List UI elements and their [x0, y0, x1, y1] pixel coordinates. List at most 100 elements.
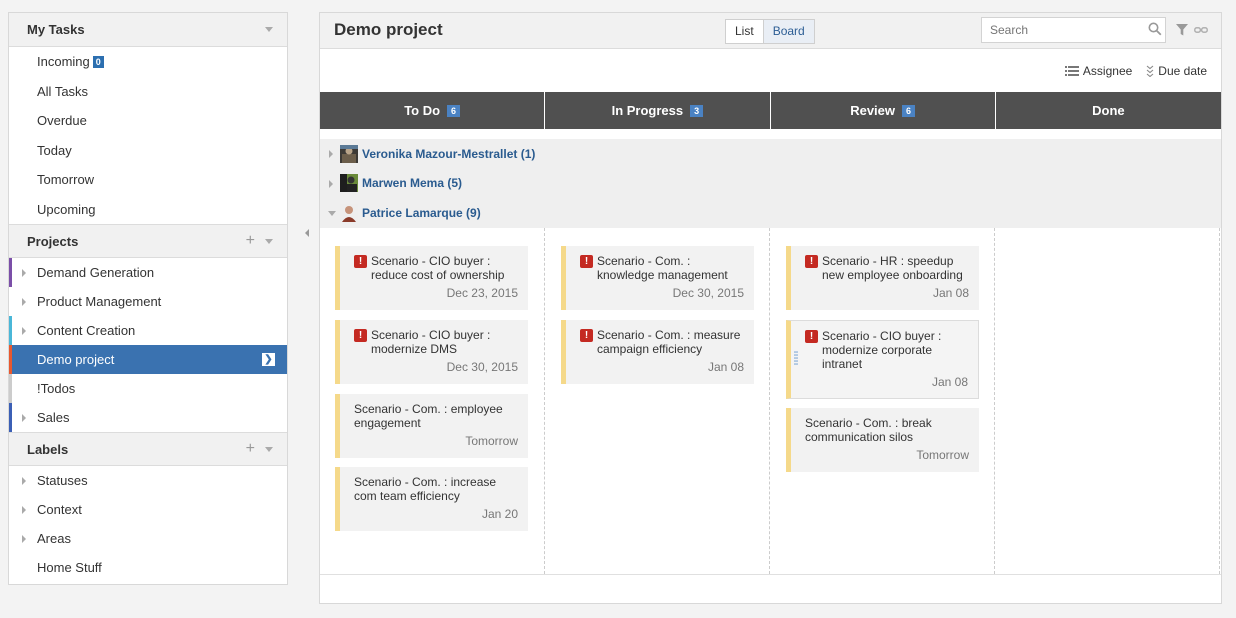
task-card[interactable]: ! Scenario - Com. : measure campaign eff…	[561, 320, 754, 384]
add-project-button[interactable]: +	[246, 232, 255, 250]
sort-chevrons-icon	[1146, 65, 1154, 77]
nav-item-label: Today	[37, 142, 72, 158]
task-card[interactable]: ! Scenario - HR : speedup new employee o…	[786, 246, 979, 310]
sort-by-due-date[interactable]: Due date	[1146, 64, 1207, 78]
task-card[interactable]: Scenario - Com. : increase com team effi…	[335, 467, 528, 531]
expand-arrow-icon[interactable]	[22, 506, 26, 514]
task-due-date: Jan 08	[707, 360, 744, 374]
nav-item-label: Incoming	[37, 54, 90, 70]
group-row-marwen[interactable]: Marwen Mema (5)	[320, 169, 1221, 199]
task-title: Scenario - Com. : increase com team effi…	[354, 475, 497, 503]
task-card-selected[interactable]: ! Scenario - CIO buyer : modernize corpo…	[786, 320, 979, 399]
group-row-patrice[interactable]: Patrice Lamarque (9)	[320, 198, 1221, 228]
nav-item-label: All Tasks	[37, 83, 89, 99]
nav-item-today[interactable]: Today	[9, 136, 287, 166]
nav-item-incoming[interactable]: Incoming 0	[9, 47, 287, 77]
column-count-badge: 6	[902, 104, 916, 117]
list-icon	[1064, 66, 1079, 76]
task-card[interactable]: ! Scenario - CIO buyer : modernize DMS D…	[335, 320, 528, 384]
projects-header[interactable]: Projects +	[9, 224, 287, 258]
task-title: Scenario - CIO buyer : reduce cost of ow…	[371, 254, 505, 282]
labels-header[interactable]: Labels +	[9, 432, 287, 466]
label-item-areas[interactable]: Areas	[9, 524, 287, 553]
chevron-down-icon[interactable]	[265, 27, 273, 32]
search-icon[interactable]	[1148, 22, 1162, 36]
sort-assignee-label: Assignee	[1082, 64, 1133, 78]
list-view-button[interactable]: List	[726, 20, 764, 43]
priority-icon: !	[805, 255, 818, 268]
task-title-wrap: ! Scenario - CIO buyer : modernize corpo…	[805, 329, 968, 371]
project-item-demand-generation[interactable]: Demand Generation	[9, 258, 287, 287]
label-item-statuses[interactable]: Statuses	[9, 466, 287, 495]
project-item-todos[interactable]: !Todos	[9, 374, 287, 403]
sidebar: My Tasks Incoming 0 All Tasks Overdue To…	[8, 12, 288, 585]
filter-icon[interactable]	[1176, 24, 1188, 36]
sort-by-assignee[interactable]: Assignee	[1064, 64, 1133, 78]
task-card[interactable]: ! Scenario - CIO buyer : reduce cost of …	[335, 246, 528, 310]
chevron-down-icon[interactable]	[265, 446, 273, 452]
drag-handle-icon[interactable]	[794, 351, 798, 367]
expand-arrow-icon[interactable]	[22, 477, 26, 485]
task-card[interactable]: Scenario - Com. : employee engagement To…	[335, 394, 528, 458]
project-item-demo-project[interactable]: Demo project ❯	[9, 345, 287, 374]
board-area: ! Scenario - CIO buyer : reduce cost of …	[320, 228, 1221, 574]
expand-arrow-icon[interactable]	[329, 179, 333, 188]
column-in-progress: ! Scenario - Com. : knowledge management…	[545, 228, 770, 574]
search-input[interactable]	[981, 17, 1166, 43]
labels-title: Labels	[27, 441, 69, 457]
project-color-bar	[9, 345, 12, 374]
nav-item-overdue[interactable]: Overdue	[9, 106, 287, 136]
task-title-wrap: ! Scenario - Com. : knowledge management	[580, 254, 744, 282]
nav-item-all-tasks[interactable]: All Tasks	[9, 77, 287, 107]
project-item-product-management[interactable]: Product Management	[9, 287, 287, 316]
task-due-date: Tomorrow	[916, 448, 969, 462]
nav-item-label: Upcoming	[37, 201, 96, 217]
collapse-sidebar-icon[interactable]	[305, 229, 309, 237]
view-toggle: List Board	[725, 19, 815, 44]
expand-arrow-icon[interactable]	[329, 150, 333, 158]
my-tasks-header[interactable]: My Tasks	[9, 13, 287, 47]
project-item-content-creation[interactable]: Content Creation	[9, 316, 287, 345]
group-row-veronika[interactable]: Veronika Mazour-Mestrallet (1)	[320, 139, 1221, 169]
add-label-button[interactable]: +	[246, 440, 255, 458]
column-count-badge: 6	[447, 104, 461, 117]
expand-arrow-icon[interactable]	[22, 298, 26, 306]
task-card[interactable]: Scenario - Com. : break communication si…	[786, 408, 979, 472]
project-label: Product Management	[37, 294, 162, 309]
label-item-context[interactable]: Context	[9, 495, 287, 524]
column-header-review: Review 6	[770, 92, 996, 129]
nav-item-tomorrow[interactable]: Tomorrow	[9, 165, 287, 195]
column-title: Done	[1092, 103, 1125, 118]
nav-item-upcoming[interactable]: Upcoming	[9, 195, 287, 225]
board-view-button[interactable]: Board	[763, 20, 814, 43]
chevron-down-icon[interactable]	[265, 238, 273, 244]
collapse-arrow-icon[interactable]	[328, 211, 336, 216]
expand-arrow-icon[interactable]	[22, 535, 26, 543]
avatar	[340, 203, 358, 222]
sort-options: Assignee Due date	[1064, 64, 1207, 78]
open-project-arrow-icon[interactable]: ❯	[262, 353, 275, 366]
task-due-date: Jan 08	[932, 286, 969, 300]
task-title-wrap: ! Scenario - CIO buyer : reduce cost of …	[354, 254, 518, 282]
task-card[interactable]: ! Scenario - Com. : knowledge management…	[561, 246, 754, 310]
priority-icon: !	[580, 255, 593, 268]
task-title: Scenario - Com. : break communication si…	[805, 416, 932, 444]
project-toolbar: Demo project List Board	[320, 13, 1221, 49]
label-item-home-stuff[interactable]: Home Stuff	[9, 553, 287, 582]
task-title: Scenario - Com. : employee engagement	[354, 402, 503, 430]
expand-arrow-icon[interactable]	[22, 327, 26, 335]
project-label: Content Creation	[37, 323, 136, 338]
projects-title: Projects	[27, 233, 79, 249]
link-icon[interactable]	[1194, 24, 1208, 36]
priority-icon: !	[354, 329, 367, 342]
project-item-sales[interactable]: Sales	[9, 403, 287, 432]
column-count-badge: 3	[690, 104, 704, 117]
priority-icon: !	[354, 255, 367, 268]
page-title: Demo project	[334, 20, 443, 39]
expand-arrow-icon[interactable]	[22, 414, 26, 422]
column-title: In Progress	[611, 103, 684, 118]
label-label: Areas	[37, 531, 71, 546]
assignee-name: Patrice Lamarque (9)	[362, 205, 481, 220]
project-label: !Todos	[37, 381, 76, 396]
expand-arrow-icon[interactable]	[22, 269, 26, 277]
